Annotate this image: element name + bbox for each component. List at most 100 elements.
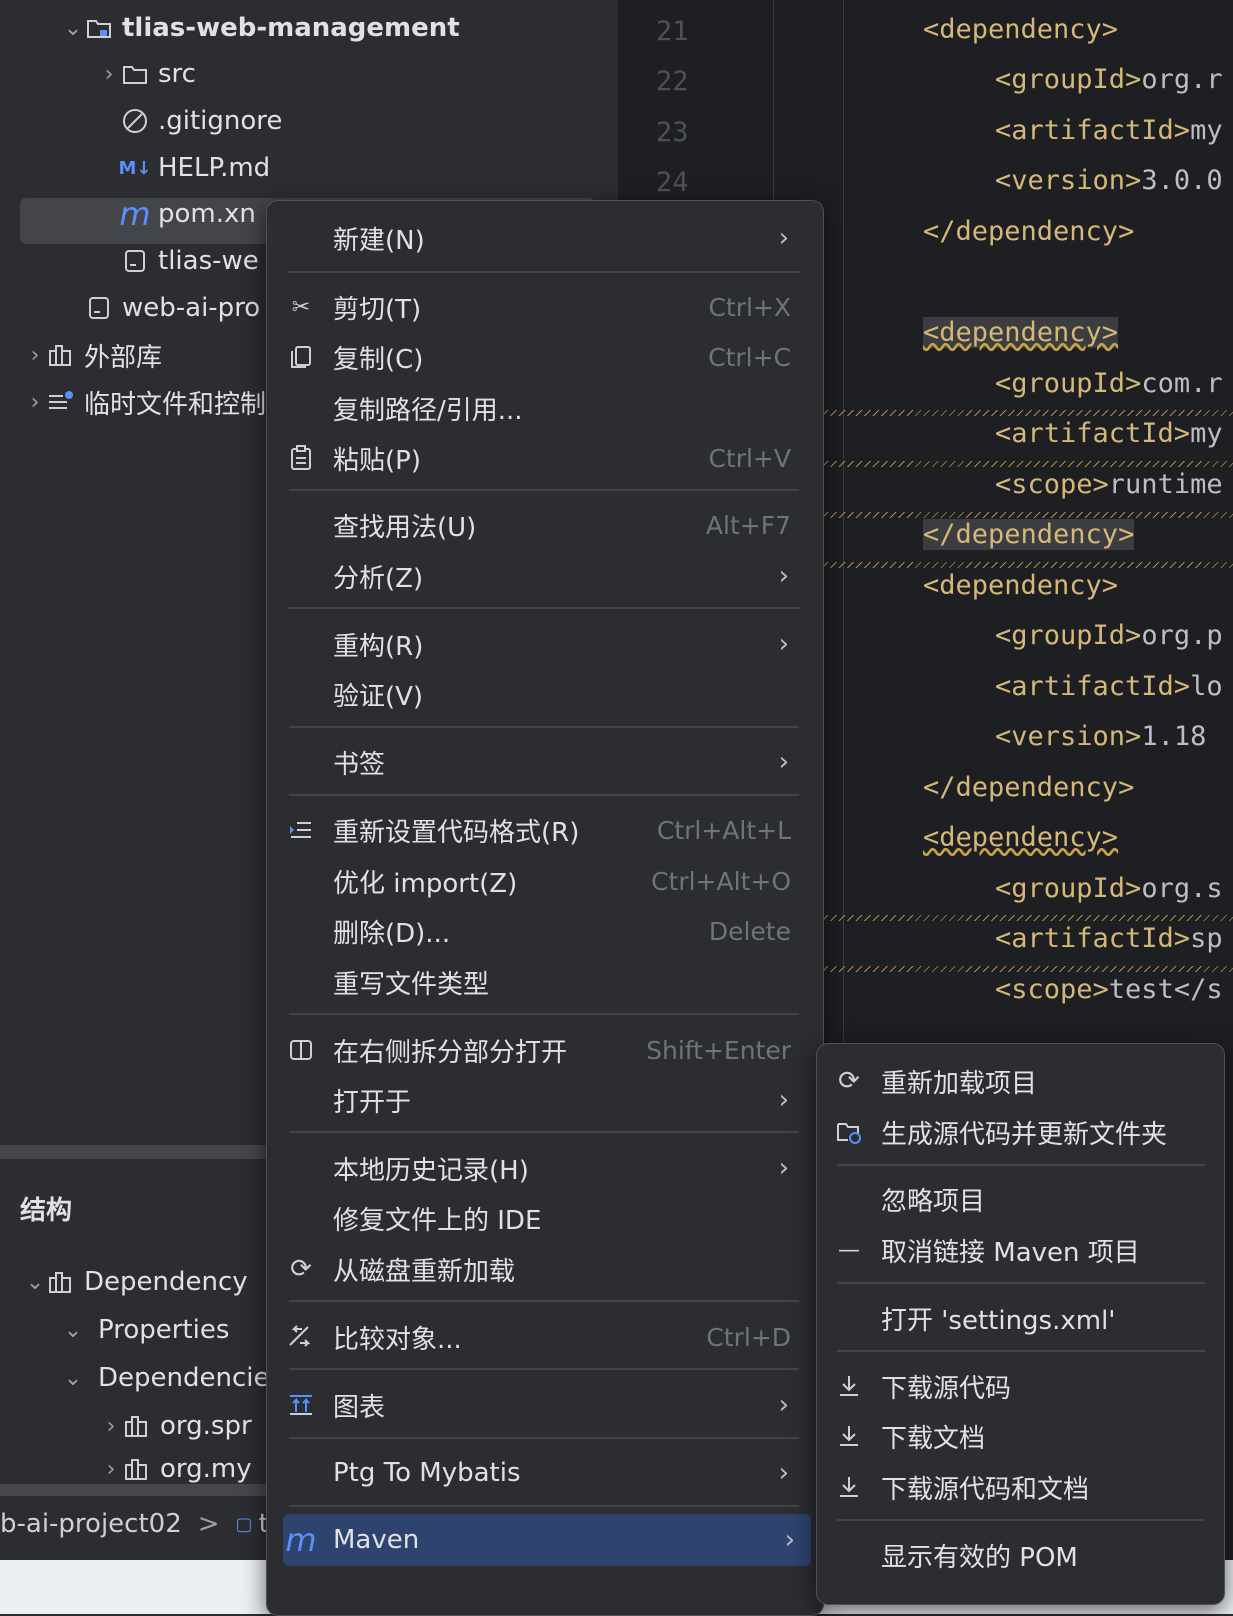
chevron-down-icon[interactable]: ⌄	[24, 1270, 46, 1295]
structure-item[interactable]: › org.my	[100, 1452, 252, 1486]
menu-item-refactor[interactable]: 重构(R) ›	[283, 620, 805, 668]
code-line: <dependency>	[923, 14, 1119, 45]
file-icon	[120, 248, 150, 274]
menu-item-delete[interactable]: 删除(D)... Delete	[283, 907, 805, 955]
module-folder-icon	[84, 15, 114, 41]
structure-item[interactable]: ⌄ Dependency	[24, 1260, 248, 1304]
submenu-item-ignore-project[interactable]: 忽略项目	[831, 1175, 1211, 1223]
menu-separator	[837, 1350, 1205, 1352]
chevron-right-icon: ›	[778, 1085, 789, 1115]
menu-item-bookmarks[interactable]: 书签 ›	[283, 738, 805, 786]
chevron-down-icon[interactable]: ⌄	[62, 1366, 84, 1391]
chevron-right-icon[interactable]: ›	[100, 1414, 122, 1439]
menu-item-reformat-code[interactable]: 重新设置代码格式(R) Ctrl+Alt+L	[283, 806, 805, 854]
menu-item-diagrams[interactable]: 图表 ›	[283, 1381, 805, 1429]
code-line: <scope>test</s	[995, 974, 1223, 1005]
chevron-down-icon[interactable]: ⌄	[62, 1318, 84, 1343]
download-icon	[831, 1374, 867, 1398]
menu-item-validate[interactable]: 验证(V)	[283, 670, 805, 718]
chevron-right-icon: ›	[778, 561, 789, 591]
chevron-right-icon: ›	[778, 1153, 789, 1183]
submenu-item-generate-sources[interactable]: 生成源代码并更新文件夹	[831, 1108, 1211, 1156]
tree-item-label: HELP.md	[158, 153, 271, 183]
tree-item-help-md[interactable]: M↓ HELP.md	[119, 146, 271, 190]
menu-item-ptg-to-mybatis[interactable]: Ptg To Mybatis ›	[283, 1449, 805, 1497]
tree-item-label: tlias-we	[158, 246, 259, 276]
menu-item-repair-ide[interactable]: 修复文件上的 IDE	[283, 1194, 805, 1242]
menu-separator	[289, 489, 799, 491]
submenu-item-download-docs[interactable]: 下载文档	[831, 1412, 1211, 1460]
menu-item-copy-path[interactable]: 复制路径/引用...	[283, 384, 805, 432]
chevron-right-icon: ›	[784, 1525, 795, 1555]
chevron-right-icon: ›	[778, 1390, 789, 1420]
menu-item-maven[interactable]: m Maven ›	[283, 1514, 811, 1566]
library-icon	[46, 342, 76, 368]
submenu-item-reload-project[interactable]: ⟳ 重新加载项目	[831, 1057, 1211, 1105]
menu-item-find-usages[interactable]: 查找用法(U) Alt+F7	[283, 501, 805, 549]
chevron-right-icon[interactable]: ›	[24, 343, 46, 368]
menu-separator	[289, 1013, 799, 1015]
code-line: <dependency>	[923, 570, 1119, 601]
menu-separator	[289, 1437, 799, 1439]
compare-icon	[283, 1325, 319, 1349]
menu-separator	[289, 1300, 799, 1302]
diagram-icon	[283, 1393, 319, 1417]
tree-item-gitignore[interactable]: .gitignore	[120, 99, 282, 143]
code-line: <groupId>org.s	[995, 873, 1223, 904]
submenu-item-show-effective-pom[interactable]: 显示有效的 POM	[831, 1531, 1211, 1579]
menu-item-open-in[interactable]: 打开于 ›	[283, 1076, 805, 1124]
tree-item-external-libraries[interactable]: › 外部库	[24, 333, 162, 377]
maven-submenu: ⟳ 重新加载项目 生成源代码并更新文件夹 忽略项目 — 取消链接 Maven 项…	[816, 1043, 1225, 1605]
tree-item-pom[interactable]: m pom.xn	[119, 192, 255, 236]
warning-underline	[823, 461, 1233, 467]
menu-item-new[interactable]: 新建(N) ›	[283, 214, 805, 262]
tree-item-module[interactable]: ⌄ tlias-web-management	[62, 6, 460, 50]
chevron-right-icon: ›	[778, 747, 789, 777]
menu-item-cut[interactable]: ✂ 剪切(T) Ctrl+X	[283, 283, 805, 331]
tree-item-label: web-ai-pro	[122, 293, 261, 323]
structure-item[interactable]: › org.spr	[100, 1404, 252, 1448]
breadcrumb-project[interactable]: b-ai-project02	[0, 1509, 182, 1539]
chevron-right-icon[interactable]: ›	[24, 390, 46, 415]
code-line: <version>1.18	[995, 721, 1207, 752]
chevron-right-icon: ›	[778, 1458, 789, 1488]
submenu-item-unlink-maven[interactable]: — 取消链接 Maven 项目	[831, 1226, 1211, 1274]
menu-item-compare-with[interactable]: 比较对象... Ctrl+D	[283, 1313, 805, 1361]
menu-item-paste[interactable]: 粘贴(P) Ctrl+V	[283, 434, 805, 482]
submenu-item-open-settings-xml[interactable]: 打开 'settings.xml'	[831, 1294, 1211, 1342]
tree-item-src[interactable]: › src	[98, 52, 196, 96]
module-icon: ▢	[235, 1513, 253, 1535]
menu-item-override-file-type[interactable]: 重写文件类型	[283, 958, 805, 1006]
chevron-right-icon: ›	[778, 223, 789, 253]
menu-item-open-split-right[interactable]: 在右侧拆分部分打开 Shift+Enter	[283, 1026, 805, 1074]
tree-item-scratches[interactable]: › 临时文件和控制	[24, 380, 266, 424]
submenu-item-download-sources[interactable]: 下载源代码	[831, 1362, 1211, 1410]
menu-item-analyze[interactable]: 分析(Z) ›	[283, 552, 805, 600]
structure-item-label: Properties	[98, 1315, 230, 1345]
code-line: <artifactId>my	[995, 115, 1223, 146]
line-number: 23	[656, 117, 689, 148]
menu-item-copy[interactable]: 复制(C) Ctrl+C	[283, 333, 805, 381]
reformat-icon	[283, 820, 319, 840]
code-line: <groupId>com.r	[995, 368, 1223, 399]
menu-item-optimize-imports[interactable]: 优化 import(Z) Ctrl+Alt+O	[283, 857, 805, 905]
menu-separator	[289, 1131, 799, 1133]
copy-icon	[283, 345, 319, 369]
code-line: <dependency>	[923, 822, 1119, 853]
submenu-item-download-sources-and-docs[interactable]: 下载源代码和文档	[831, 1463, 1211, 1511]
tree-item-label: src	[158, 59, 196, 89]
warning-underline	[823, 512, 1233, 518]
menu-item-local-history[interactable]: 本地历史记录(H) ›	[283, 1144, 805, 1192]
menu-item-reload-from-disk[interactable]: ⟳ 从磁盘重新加载	[283, 1245, 805, 1293]
tree-item-iml[interactable]: tlias-we	[120, 239, 259, 283]
tree-item-web-ai-pro[interactable]: web-ai-pro	[84, 286, 260, 330]
folder-icon	[120, 61, 150, 87]
structure-item[interactable]: ⌄ Dependencie	[62, 1356, 270, 1400]
chevron-down-icon[interactable]: ⌄	[62, 16, 84, 41]
code-line: <groupId>org.p	[995, 620, 1223, 651]
menu-separator	[289, 1505, 799, 1507]
structure-item-label: org.spr	[160, 1411, 252, 1441]
chevron-right-icon[interactable]: ›	[100, 1457, 122, 1482]
structure-item[interactable]: ⌄ Properties	[62, 1308, 230, 1352]
chevron-right-icon[interactable]: ›	[98, 62, 120, 87]
